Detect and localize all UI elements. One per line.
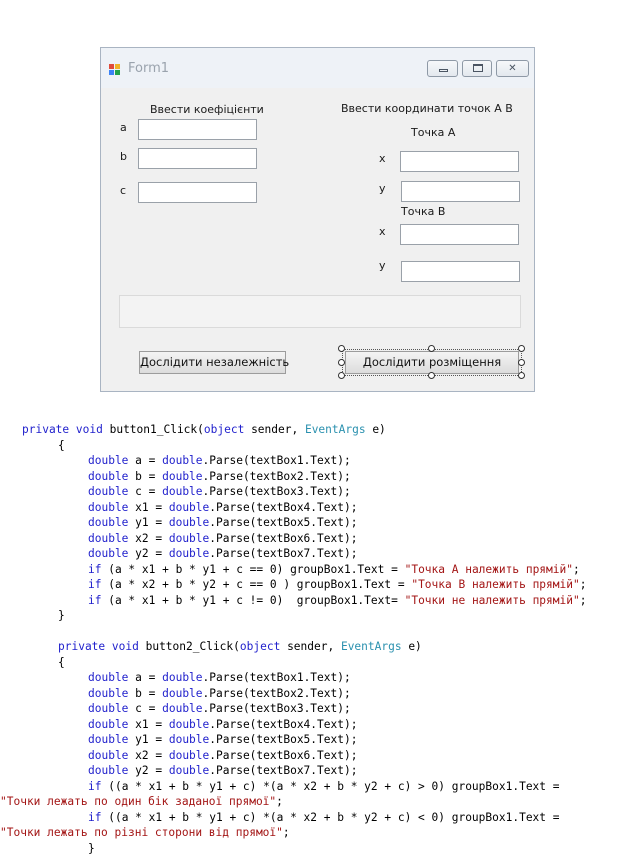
textbox-b[interactable] xyxy=(138,148,257,169)
label-c: c xyxy=(120,184,127,197)
code-line: double y2 = double.Parse(textBox7.Text); xyxy=(88,764,358,777)
code-line: double a = double.Parse(textBox1.Text); xyxy=(88,454,351,467)
point-a-header: Точка А xyxy=(411,126,456,139)
resize-handle[interactable] xyxy=(338,372,345,379)
maximize-icon xyxy=(473,64,483,72)
code-line: if (a * x1 + b * y1 + c == 0) groupBox1.… xyxy=(88,563,580,576)
code-line: } xyxy=(88,842,95,855)
code-line: double b = double.Parse(textBox2.Text); xyxy=(88,470,351,483)
code-line: double x2 = double.Parse(textBox6.Text); xyxy=(88,749,358,762)
label-a: a xyxy=(120,121,127,134)
textbox-xb[interactable] xyxy=(400,224,519,245)
textbox-xa[interactable] xyxy=(400,151,519,172)
label-xa: x xyxy=(379,152,386,165)
title-bar[interactable]: Form1 ✕ xyxy=(101,48,534,88)
code-line: { xyxy=(58,439,65,452)
close-icon: ✕ xyxy=(508,63,517,74)
window-title: Form1 xyxy=(128,61,170,76)
code-line: double c = double.Parse(textBox3.Text); xyxy=(88,485,351,498)
code-line: double x1 = double.Parse(textBox4.Text); xyxy=(88,501,358,514)
resize-handle[interactable] xyxy=(338,345,345,352)
resize-handle[interactable] xyxy=(518,372,525,379)
coords-header-label: Ввести координати точок А В xyxy=(341,102,513,115)
code-line: if ((a * x1 + b * y1 + c) *(a * x2 + b *… xyxy=(88,780,560,793)
code-line: if (a * x2 + b * y2 + c == 0 ) groupBox1… xyxy=(88,578,587,591)
code-line: double x1 = double.Parse(textBox4.Text); xyxy=(88,718,358,731)
code-line: double c = double.Parse(textBox3.Text); xyxy=(88,702,351,715)
code-line: if (a * x1 + b * y1 + c != 0) groupBox1.… xyxy=(88,594,587,607)
resize-handle[interactable] xyxy=(518,345,525,352)
resize-handle[interactable] xyxy=(428,372,435,379)
resize-handle[interactable] xyxy=(338,359,345,366)
code-line: private void button1_Click(object sender… xyxy=(22,423,386,436)
resize-handle[interactable] xyxy=(518,359,525,366)
label-xb: x xyxy=(379,225,386,238)
app-icon xyxy=(109,64,121,76)
code-line: { xyxy=(58,656,65,669)
close-button[interactable]: ✕ xyxy=(496,60,529,77)
code-line: } xyxy=(58,609,65,622)
form-window: Form1 ✕ Ввести коефіцієнти Ввести коорди… xyxy=(100,47,535,392)
code-line: double y1 = double.Parse(textBox5.Text); xyxy=(88,733,358,746)
resize-handle[interactable] xyxy=(428,345,435,352)
code-line: double y1 = double.Parse(textBox5.Text); xyxy=(88,516,358,529)
minimize-icon xyxy=(439,69,448,72)
code-line: "Точки лежать по різні сторони від прямо… xyxy=(0,826,290,839)
textbox-c[interactable] xyxy=(138,182,257,203)
code-line: private void button2_Click(object sender… xyxy=(58,640,422,653)
label-b: b xyxy=(120,150,127,163)
code-line: if ((a * x1 + b * y1 + c) *(a * x2 + b *… xyxy=(88,811,560,824)
code-line: "Точки лежать по один бік заданої прямої… xyxy=(0,795,283,808)
label-yb: y xyxy=(379,259,386,272)
textbox-a[interactable] xyxy=(138,119,257,140)
point-b-header: Точка В xyxy=(401,205,446,218)
code-line: double x2 = double.Parse(textBox6.Text); xyxy=(88,532,358,545)
maximize-button[interactable] xyxy=(462,60,492,77)
textbox-ya[interactable] xyxy=(401,181,520,202)
coef-header-label: Ввести коефіцієнти xyxy=(150,103,264,116)
investigate-independence-button[interactable]: Дослідити незалежність xyxy=(139,351,289,374)
group-box-result xyxy=(119,295,521,328)
textbox-yb[interactable] xyxy=(401,261,520,282)
code-line: double a = double.Parse(textBox1.Text); xyxy=(88,671,351,684)
label-ya: y xyxy=(379,182,386,195)
code-line: double b = double.Parse(textBox2.Text); xyxy=(88,687,351,700)
minimize-button[interactable] xyxy=(427,60,458,77)
code-line: double y2 = double.Parse(textBox7.Text); xyxy=(88,547,358,560)
form-client-area: Ввести коефіцієнти Ввести координати точ… xyxy=(101,88,534,391)
